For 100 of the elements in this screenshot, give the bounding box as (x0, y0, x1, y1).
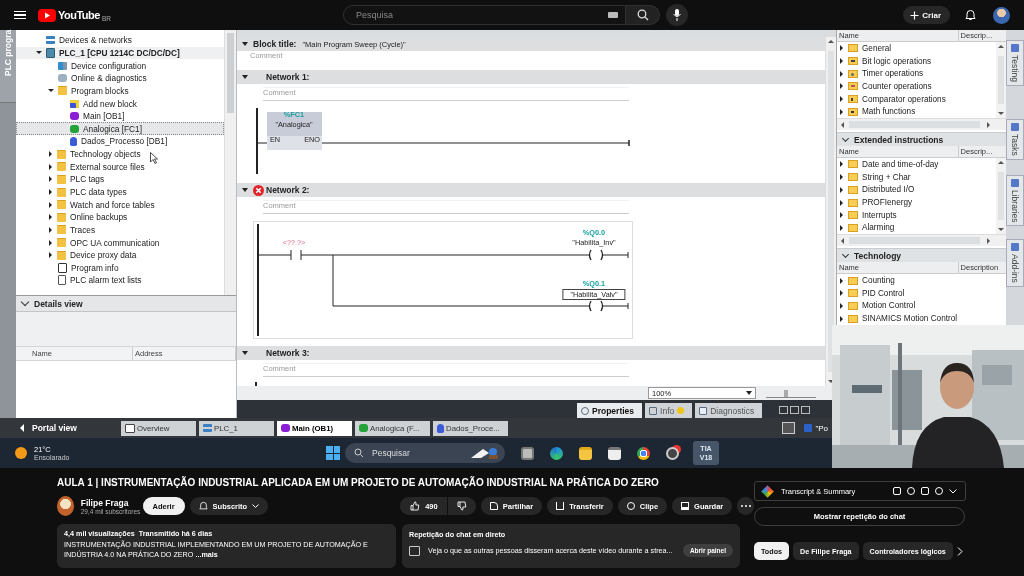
instruction-folder[interactable]: Interrupts (837, 208, 996, 222)
expand-arrow-icon[interactable] (49, 214, 52, 221)
slider-thumb[interactable] (784, 389, 789, 397)
expand-arrow-icon[interactable] (49, 239, 52, 246)
collapse-arrow-icon[interactable] (242, 351, 248, 355)
tree-item[interactable]: Program blocks (16, 84, 224, 98)
expand-arrow-icon[interactable] (49, 151, 52, 158)
inspector-tab[interactable]: Info (645, 403, 693, 418)
expand-arrow-icon[interactable] (48, 89, 54, 93)
portal-view-button[interactable]: Portal view (0, 423, 118, 433)
search-icon (636, 9, 649, 21)
folder-icon[interactable] (579, 446, 592, 460)
tree-item[interactable]: Main [OB1] (16, 109, 224, 123)
channel-avatar[interactable] (57, 496, 74, 516)
expand-arrow-icon[interactable] (36, 51, 42, 55)
tree-item[interactable]: Traces (16, 223, 224, 237)
instruction-folder[interactable]: Alarming (837, 221, 996, 235)
dropdown-arrow-icon[interactable] (746, 391, 752, 395)
search-field[interactable]: Pesquisa (343, 5, 626, 25)
scrollbar[interactable] (996, 158, 1006, 235)
side-tab[interactable]: Tasks (1006, 118, 1024, 160)
collapse-arrow-icon[interactable] (242, 188, 248, 192)
collapse-arrow-icon[interactable] (242, 42, 248, 46)
instruction-folder[interactable]: String + Char (837, 170, 996, 184)
tree-item[interactable]: External source files (16, 160, 224, 174)
scrollbar[interactable] (996, 42, 1006, 119)
expand-arrow-icon[interactable] (49, 201, 52, 208)
tree-item[interactable]: Program info (16, 261, 224, 275)
tree-item[interactable]: PLC_1 [CPU 1214C DC/DC/DC] (16, 46, 224, 60)
zoom-slider[interactable] (766, 388, 816, 398)
section-title: Technology (854, 250, 902, 261)
scrollbar[interactable] (837, 118, 1006, 131)
expand-arrow-icon[interactable] (49, 163, 52, 170)
warning-icon (677, 407, 685, 414)
instruction-folder[interactable]: SINAMICS Motion Control (837, 312, 1006, 325)
compare-folder-icon (848, 95, 858, 104)
tree-item[interactable]: Technology objects (16, 147, 224, 161)
cpu-icon (46, 47, 55, 58)
tree-item[interactable]: Online & diagnostics (16, 71, 224, 85)
tree-item[interactable]: Dados_Processo [DB1] (16, 135, 224, 148)
side-tab[interactable]: Add-ins (1006, 239, 1024, 288)
tree-item[interactable]: Device proxy data (16, 248, 224, 262)
start-icon[interactable] (326, 446, 340, 460)
instruction-folder[interactable]: Date and time-of-day (837, 158, 996, 171)
tree-item[interactable]: Watch and force tables (16, 198, 224, 211)
tree-item[interactable]: Add new block (16, 97, 224, 110)
instruction-folder[interactable]: Counter operations (837, 80, 996, 93)
create-button[interactable]: Criar (903, 6, 950, 24)
database-icon (437, 423, 444, 433)
channel-name[interactable]: Filipe Fraga (80, 497, 143, 508)
tree-item[interactable]: Online backups (16, 210, 224, 224)
add-block-icon (70, 99, 79, 108)
instruction-folder[interactable]: Bit logic operations (837, 54, 996, 68)
scrollbar[interactable] (837, 234, 1006, 247)
search-button[interactable] (626, 5, 660, 25)
chevron-down-icon[interactable] (949, 488, 957, 494)
expand-arrow-icon[interactable] (49, 226, 52, 233)
account-avatar[interactable] (993, 6, 1010, 24)
instruction-folder[interactable]: PID Control (837, 286, 1006, 300)
tree-item[interactable]: PLC data types (16, 185, 224, 199)
notifications-icon[interactable] (965, 9, 976, 21)
tree-item[interactable]: OPC UA communication (16, 236, 224, 249)
instruction-folder[interactable]: Counting (837, 274, 1006, 287)
taskbar-search-field[interactable]: Pesquisar (345, 443, 505, 463)
instruction-folder[interactable]: PROFIenergy (837, 196, 996, 209)
side-tab[interactable]: Libraries (1006, 174, 1024, 227)
tree-item[interactable]: Analogica [FC1] (16, 122, 224, 136)
expand-arrow-icon[interactable] (49, 189, 52, 195)
window-controls-icon[interactable] (779, 406, 811, 414)
collapse-arrow-icon[interactable] (242, 75, 248, 79)
expand-arrow-icon[interactable] (49, 252, 52, 259)
instruction-folder[interactable]: Motion Control (837, 299, 1006, 313)
database-icon (70, 136, 77, 146)
browser-icon[interactable] (550, 446, 563, 460)
expand-arrow-icon[interactable] (49, 176, 52, 183)
inspector-tab[interactable]: Properties (577, 403, 643, 418)
tree-item[interactable]: Devices & networks (16, 34, 224, 47)
more-button[interactable] (737, 497, 754, 515)
tree-item[interactable]: PLC tags (16, 173, 224, 186)
side-tab[interactable]: Testing (1006, 40, 1024, 86)
instruction-folder[interactable]: Distributed I/O (837, 183, 996, 197)
tree-item[interactable]: Device configuration (16, 59, 224, 72)
dislike-button[interactable] (447, 497, 476, 515)
play-logo-icon[interactable] (38, 8, 56, 22)
browser-icon[interactable] (637, 446, 650, 460)
weather-icon[interactable] (15, 447, 27, 459)
instruction-folder[interactable]: Timer operations (837, 67, 996, 81)
section-header[interactable]: Technology (837, 248, 1006, 263)
chevron-right-icon[interactable] (956, 546, 963, 556)
instruction-folder[interactable]: Comparator operations (837, 92, 996, 106)
instruction-folder[interactable]: Math functions (837, 105, 996, 119)
section-header[interactable]: Extended instructions (837, 132, 1006, 147)
instruction-folder[interactable]: General (837, 42, 996, 55)
scrollbar[interactable] (224, 30, 236, 295)
microphone-button[interactable] (666, 4, 688, 26)
logo-text[interactable]: YouTube (58, 9, 100, 21)
menu-icon[interactable] (14, 10, 26, 20)
inspector-tab[interactable]: Diagnostics (695, 403, 763, 418)
counter-folder-icon (848, 82, 858, 91)
tree-item[interactable]: PLC alarm text lists (16, 274, 224, 287)
